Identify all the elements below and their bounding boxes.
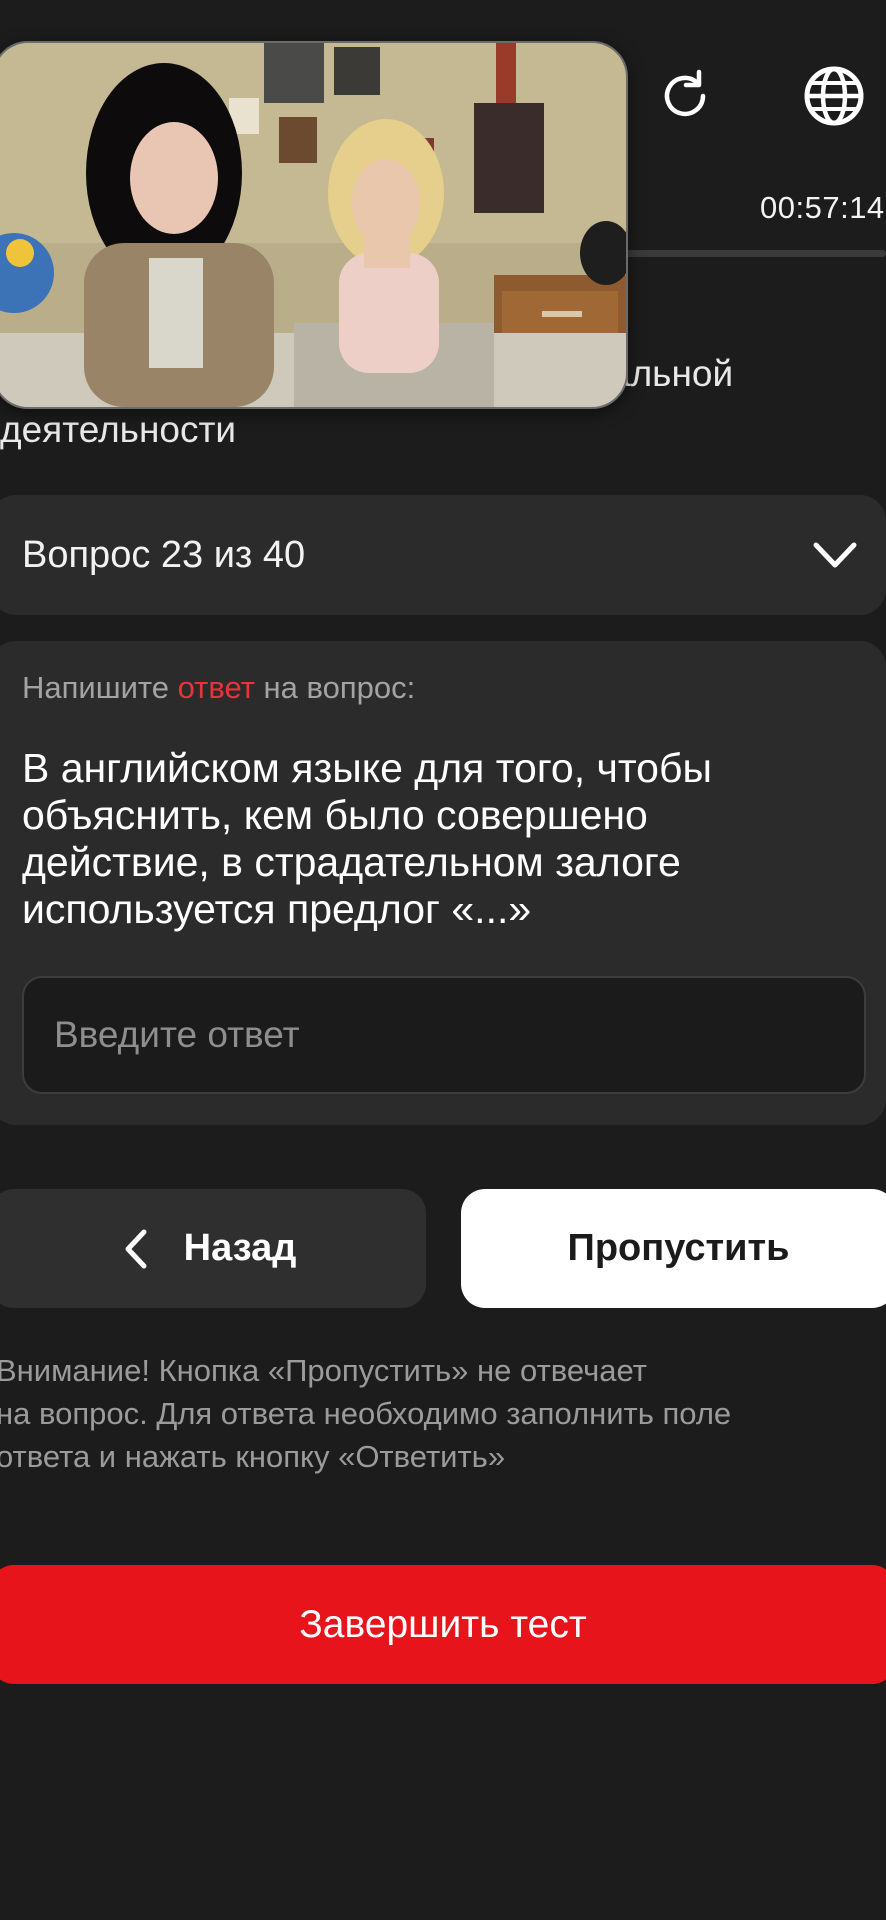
prompt-accent: ответ <box>177 670 255 705</box>
course-title-line1: альной <box>610 353 734 394</box>
course-title-line2: деятельности <box>0 409 237 450</box>
question-counter: Вопрос 23 из 40 <box>22 533 306 576</box>
question-line: действие, в страдательном залоге <box>22 839 681 885</box>
question-line: используется предлог «...» <box>22 886 532 932</box>
back-button-label: Назад <box>183 1227 297 1269</box>
globe-icon <box>804 66 864 126</box>
video-thumbnail <box>0 43 626 407</box>
chevron-down-icon <box>812 535 858 575</box>
prompt-text-after: на вопрос: <box>254 670 416 705</box>
question-line: В английском языке для того, чтобы <box>22 745 712 791</box>
reload-icon <box>664 69 706 117</box>
finish-test-button[interactable]: Завершить тест <box>0 1565 886 1684</box>
question-text: В английском языке для того, чтобы объяс… <box>22 745 882 933</box>
skip-warning: Внимание! Кнопка «Пропустить» не отвечае… <box>0 1349 731 1478</box>
timer-progress-bar <box>600 250 886 257</box>
back-button[interactable]: Назад <box>0 1189 426 1308</box>
warning-line: ответа и нажать кнопку «Ответить» <box>0 1439 506 1474</box>
warning-line: Внимание! Кнопка «Пропустить» не отвечае… <box>0 1353 647 1388</box>
warning-line: на вопрос. Для ответа необходимо заполни… <box>0 1396 732 1431</box>
answer-input[interactable] <box>22 976 866 1094</box>
question-selector[interactable]: Вопрос 23 из 40 <box>0 495 886 615</box>
answer-prompt: Напишите ответ на вопрос: <box>22 670 415 706</box>
chevron-left-icon <box>125 1229 147 1268</box>
question-line: объяснить, кем было совершено <box>22 792 648 838</box>
prompt-text-before: Напишите <box>22 670 178 705</box>
skip-button-label: Пропустить <box>567 1227 790 1269</box>
reload-button[interactable] <box>653 64 717 128</box>
video-player[interactable] <box>0 41 628 409</box>
finish-test-label: Завершить тест <box>299 1602 587 1646</box>
language-button[interactable] <box>802 64 866 128</box>
skip-button[interactable]: Пропустить <box>461 1189 886 1308</box>
test-timer: 00:57:14 <box>760 190 885 225</box>
